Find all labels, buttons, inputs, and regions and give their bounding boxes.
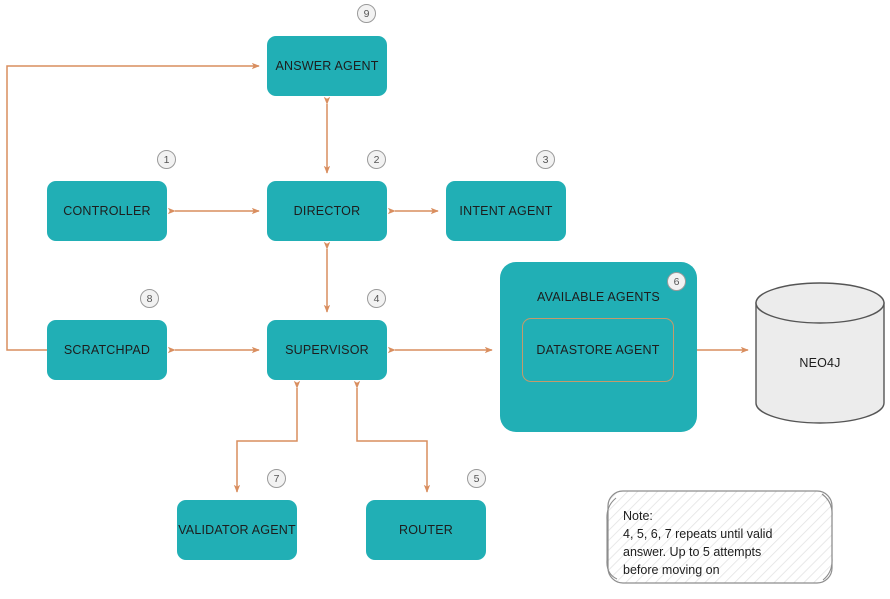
edge-router-supervisor: [353, 380, 431, 493]
badge-1: 1: [157, 150, 176, 169]
badge-4: 4: [367, 289, 386, 308]
node-validator-agent[interactable]: VALIDATOR AGENT: [177, 500, 297, 560]
node-router[interactable]: ROUTER: [366, 500, 486, 560]
badge-5: 5: [467, 469, 486, 488]
note-text: Note: 4, 5, 6, 7 repeats until valid ans…: [623, 509, 773, 577]
node-intent-agent[interactable]: INTENT AGENT: [446, 181, 566, 241]
badge-6: 6: [667, 272, 686, 291]
node-supervisor[interactable]: SUPERVISOR: [267, 320, 387, 380]
node-scratchpad[interactable]: SCRATCHPAD: [47, 320, 167, 380]
node-datastore-agent[interactable]: DATASTORE AGENT: [522, 318, 674, 382]
note-box: Note: 4, 5, 6, 7 repeats until valid ans…: [605, 489, 833, 585]
badge-3: 3: [536, 150, 555, 169]
badge-7: 7: [267, 469, 286, 488]
badge-8: 8: [140, 289, 159, 308]
badge-2: 2: [367, 150, 386, 169]
group-label-available-agents: AVAILABLE AGENTS: [537, 290, 660, 304]
node-director[interactable]: DIRECTOR: [267, 181, 387, 241]
neo4j-label: NEO4J: [799, 356, 841, 370]
node-answer-agent[interactable]: ANSWER AGENT: [267, 36, 387, 96]
badge-9: 9: [357, 4, 376, 23]
node-controller[interactable]: CONTROLLER: [47, 181, 167, 241]
diagram-canvas: ANSWER AGENT CONTROLLER DIRECTOR INTENT …: [0, 0, 890, 599]
neo4j-database-shape: [755, 282, 885, 424]
